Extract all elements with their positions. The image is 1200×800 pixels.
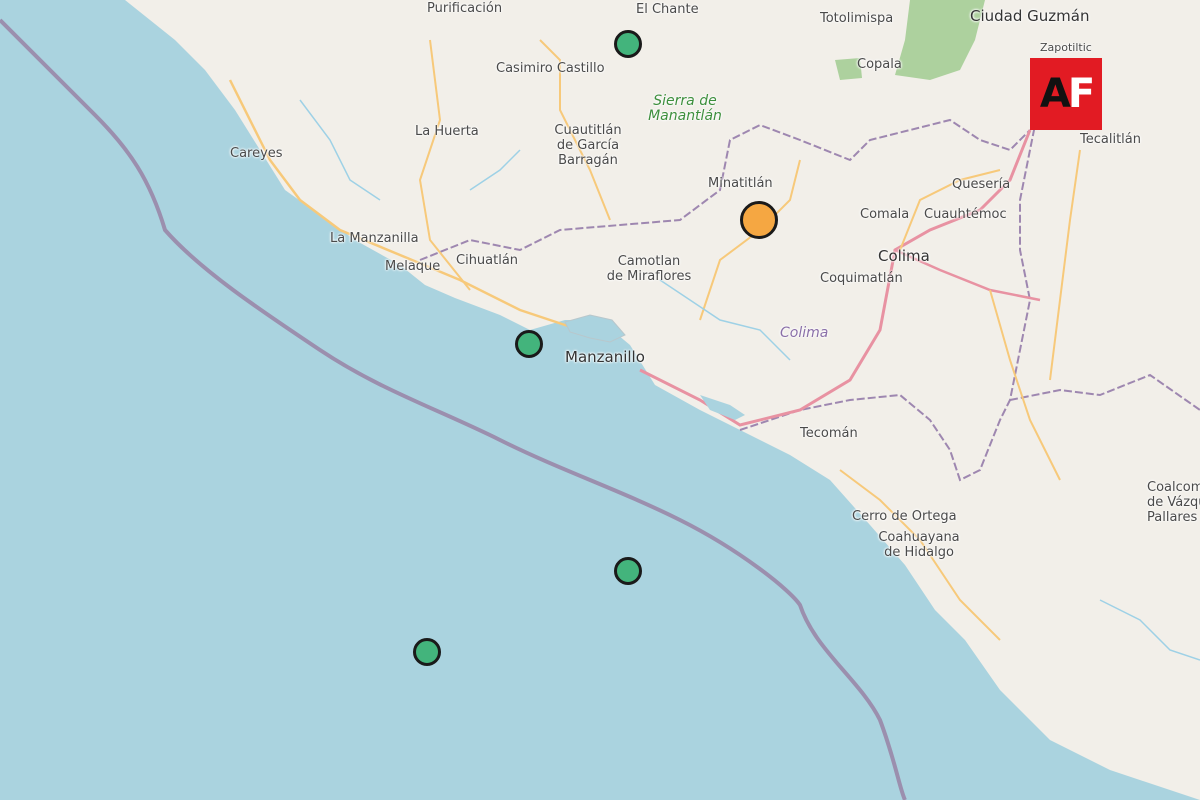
epicenter-marker-minatitlan[interactable] [740, 201, 778, 239]
map-base-layer [0, 0, 1200, 800]
logo-letter-f: F [1067, 71, 1095, 117]
state-border-east [1009, 373, 1200, 411]
place-label-la-huerta: La Huerta [415, 124, 479, 139]
logo-letter-a: A [1039, 71, 1071, 117]
place-label-melaque: Melaque [385, 259, 441, 274]
place-label-colima-city: Colima [878, 247, 930, 265]
place-label-la-manzanilla: La Manzanilla [330, 231, 419, 246]
sea-area [0, 0, 1200, 800]
place-label-ciudad-guzman: Ciudad Guzmán [970, 7, 1090, 25]
place-label-copala: Copala [857, 57, 902, 72]
river-2 [659, 279, 791, 361]
place-label-cuautitlan: Cuautitlán de García Barragán [550, 123, 626, 168]
place-label-line-2: de Miraflores [606, 269, 692, 284]
place-label-manzanillo: Manzanillo [565, 348, 645, 366]
place-label-camotlan: Camotlan de Miraflores [602, 254, 696, 284]
state-label-colima: Colima [780, 325, 829, 341]
place-label-totolimispa: Totolimispa [820, 11, 894, 26]
place-label-el-chante: El Chante [636, 2, 699, 17]
place-label-cerro-de-ortega: Cerro de Ortega [852, 509, 957, 524]
place-label-tecoman: Tecomán [800, 426, 858, 441]
epicenter-marker-offshore-west[interactable] [413, 638, 441, 666]
af-logo: AF [1030, 58, 1102, 130]
region-label-line-2: Manantlán [648, 108, 722, 124]
place-label-comala: Comala [860, 207, 910, 222]
place-label-line-2: de Hidalgo [884, 545, 954, 560]
place-label-queseria: Quesería [952, 177, 1011, 192]
river [299, 99, 381, 201]
epicenter-marker-el-chante[interactable] [614, 30, 642, 58]
place-label-careyes: Careyes [230, 146, 283, 161]
place-label-line-3: Pallares [1147, 510, 1198, 525]
place-label-cihuatlan: Cihuatlán [456, 253, 519, 268]
road-6 [1049, 149, 1081, 381]
river-4 [469, 149, 521, 191]
place-label-coalcoman: Coalcom de Vázqu Pallares [1147, 480, 1200, 525]
epicenter-marker-manzanillo-coast[interactable] [515, 330, 543, 358]
place-label-purificacion: Purificación [427, 1, 503, 16]
place-label-line-1: Cuautitlán [554, 123, 622, 138]
epicenter-marker-offshore-east[interactable] [614, 557, 642, 585]
place-label-coahuayana: Coahuayana de Hidalgo [864, 530, 974, 560]
place-label-cuauhtemoc: Cuauhtémoc [924, 207, 1007, 222]
place-label-line-3: Barragán [558, 153, 618, 168]
map-view[interactable]: Purificación El Chante Totolimispa Ciuda… [0, 0, 1200, 800]
place-label-line-1: Coahuayana [878, 530, 960, 545]
place-label-line-1: Coalcom [1147, 480, 1200, 495]
place-label-coquimatlan: Coquimatlán [820, 271, 903, 286]
river-3 [1099, 599, 1200, 661]
place-label-minatitlan: Minatitlán [708, 176, 773, 191]
place-label-line-2: de Vázqu [1147, 495, 1200, 510]
place-label-line-2: de García [556, 138, 620, 153]
road-7 [989, 289, 1061, 481]
region-label-sierra-de-manantlan: Sierra de Manantlán [648, 94, 722, 124]
place-label-tecalitlan: Tecalitlán [1080, 132, 1141, 147]
place-label-zapotiltic: Zapotiltic [1040, 41, 1092, 54]
region-label-line-1: Sierra de [653, 93, 717, 109]
place-label-line-1: Camotlan [617, 254, 681, 269]
place-label-casimiro-castillo: Casimiro Castillo [496, 61, 605, 76]
